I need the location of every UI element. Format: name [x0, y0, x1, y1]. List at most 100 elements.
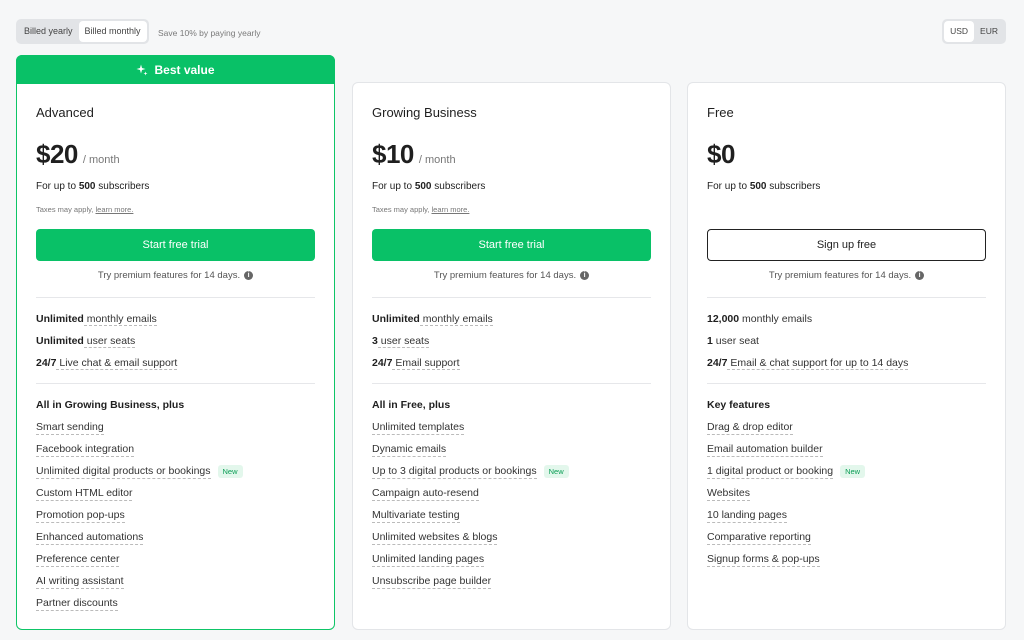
feature-list: All in Free, plus Unlimited templates Dy…	[372, 398, 569, 596]
currency-eur-option[interactable]: EUR	[974, 21, 1004, 42]
limit-value: 24/7	[36, 357, 57, 369]
info-icon[interactable]: i	[915, 270, 925, 280]
tax-note-text: Taxes may apply,	[372, 205, 432, 214]
tax-note: Taxes may apply, learn more.	[36, 205, 133, 214]
save-note: Save 10% by paying yearly	[158, 28, 261, 38]
sign-up-free-button[interactable]: Sign up free	[707, 229, 986, 261]
divider	[372, 297, 651, 298]
subscriber-limit: For up to 500 subscribers	[707, 181, 820, 192]
tax-note-text: Taxes may apply,	[36, 205, 96, 214]
currency-toggle: USD EUR	[942, 19, 1006, 44]
limit-item: 24/7 Email support	[372, 356, 493, 378]
feature-label[interactable]: Preference center	[36, 552, 120, 567]
feature-item: Multivariate testing	[372, 508, 569, 530]
feature-label[interactable]: Drag & drop editor	[707, 420, 793, 435]
limit-value: 24/7	[372, 357, 393, 369]
feature-label[interactable]: Facebook integration	[36, 442, 135, 457]
limit-label[interactable]: user seats	[83, 335, 136, 348]
currency-usd-option[interactable]: USD	[944, 21, 975, 42]
learn-more-link[interactable]: learn more.	[431, 205, 469, 214]
limit-item: 12,000 monthly emails	[707, 312, 908, 334]
limit-value: Unlimited	[372, 313, 420, 325]
trial-note: Try premium features for 14 days. i	[707, 270, 986, 281]
start-free-trial-button[interactable]: Start free trial	[372, 229, 651, 261]
trial-note-text: Try premium features for 14 days.	[97, 270, 241, 281]
limit-label[interactable]: monthly emails	[83, 313, 157, 326]
new-badge: New	[840, 465, 866, 478]
limit-label[interactable]: Email support	[392, 357, 460, 370]
feature-label[interactable]: Smart sending	[36, 420, 104, 435]
limit-label[interactable]: Live chat & email support	[56, 357, 178, 370]
feature-label[interactable]: Unlimited templates	[372, 420, 465, 435]
price-row: $0	[707, 139, 735, 170]
subscriber-limit-suffix: subscribers	[766, 181, 821, 192]
feature-label[interactable]: 1 digital product or booking	[707, 464, 834, 479]
feature-label[interactable]: Unsubscribe page builder	[372, 574, 492, 589]
subscriber-limit: For up to 500 subscribers	[372, 181, 485, 192]
feature-label[interactable]: Signup forms & pop-ups	[707, 552, 820, 567]
limit-value: 12,000	[707, 313, 740, 325]
divider	[36, 297, 315, 298]
feature-label[interactable]: Campaign auto-resend	[372, 486, 479, 501]
sparkle-icon	[136, 64, 148, 76]
learn-more-link[interactable]: learn more.	[95, 205, 133, 214]
subscriber-limit-prefix: For up to	[372, 181, 415, 192]
limit-item: Unlimited monthly emails	[372, 312, 493, 334]
limit-label[interactable]: monthly emails	[419, 313, 493, 326]
feature-item: Enhanced automations	[36, 530, 243, 552]
limit-value: 24/7	[707, 357, 728, 369]
feature-item: Partner discounts	[36, 596, 243, 618]
feature-label[interactable]: Enhanced automations	[36, 530, 144, 545]
feature-list-title: Key features	[707, 399, 771, 411]
limit-value: Unlimited	[36, 335, 84, 347]
feature-item: AI writing assistant	[36, 574, 243, 596]
plan-price: $10	[372, 139, 414, 169]
price-period: / month	[82, 154, 120, 166]
info-icon[interactable]: i	[580, 270, 590, 280]
billed-yearly-option[interactable]: Billed yearly	[18, 21, 79, 42]
feature-label[interactable]: Partner discounts	[36, 596, 118, 611]
feature-label[interactable]: Email automation builder	[707, 442, 823, 457]
limit-label: monthly emails	[739, 313, 813, 325]
limit-item: 24/7 Email & chat support for up to 14 d…	[707, 356, 909, 378]
feature-item: Custom HTML editor	[36, 486, 243, 508]
limit-label[interactable]: user seats	[377, 335, 430, 348]
plan-card-growing-business: Growing Business $10 / month For up to 5…	[352, 82, 671, 630]
plan-name: Free	[707, 105, 734, 120]
feature-label[interactable]: Unlimited landing pages	[372, 552, 485, 567]
top-bar: Billed yearly Billed monthly Save 10% by…	[16, 19, 1006, 45]
limit-item: Unlimited monthly emails	[36, 312, 177, 334]
feature-label[interactable]: Websites	[707, 486, 750, 501]
subscriber-count: 500	[414, 181, 432, 192]
feature-label[interactable]: Comparative reporting	[707, 530, 811, 545]
feature-item: Email automation builder	[707, 442, 865, 464]
feature-label[interactable]: Unlimited websites & blogs	[372, 530, 498, 545]
plan-name: Growing Business	[372, 105, 477, 120]
new-badge: New	[543, 465, 569, 478]
trial-note-text: Try premium features for 14 days.	[768, 270, 912, 281]
feature-label[interactable]: Custom HTML editor	[36, 486, 133, 501]
feature-label[interactable]: Promotion pop-ups	[36, 508, 125, 523]
best-value-ribbon: Best value	[16, 55, 335, 84]
feature-item: Smart sending	[36, 420, 243, 442]
feature-label[interactable]: AI writing assistant	[36, 574, 124, 589]
start-free-trial-button[interactable]: Start free trial	[36, 229, 315, 261]
info-icon[interactable]: i	[244, 270, 254, 280]
feature-label[interactable]: Unlimited digital products or bookings	[36, 464, 211, 479]
billed-monthly-option[interactable]: Billed monthly	[78, 21, 147, 42]
feature-item: Dynamic emails	[372, 442, 569, 464]
feature-label[interactable]: Dynamic emails	[372, 442, 447, 457]
divider	[372, 383, 651, 384]
feature-label[interactable]: Up to 3 digital products or bookings	[372, 464, 537, 479]
plan-limits: 12,000 monthly emails 1 user seat 24/7 E…	[707, 312, 909, 378]
new-badge: New	[217, 465, 243, 478]
feature-label[interactable]: 10 landing pages	[707, 508, 787, 523]
feature-label[interactable]: Multivariate testing	[372, 508, 460, 523]
subscriber-limit: For up to 500 subscribers	[36, 181, 149, 192]
subscriber-limit-suffix: subscribers	[95, 181, 150, 192]
billing-period-toggle: Billed yearly Billed monthly	[16, 19, 149, 44]
limit-label[interactable]: Email & chat support for up to 14 days	[727, 357, 909, 370]
tax-note: Taxes may apply, learn more.	[372, 205, 469, 214]
feature-item: Preference center	[36, 552, 243, 574]
best-value-label: Best value	[154, 62, 215, 77]
